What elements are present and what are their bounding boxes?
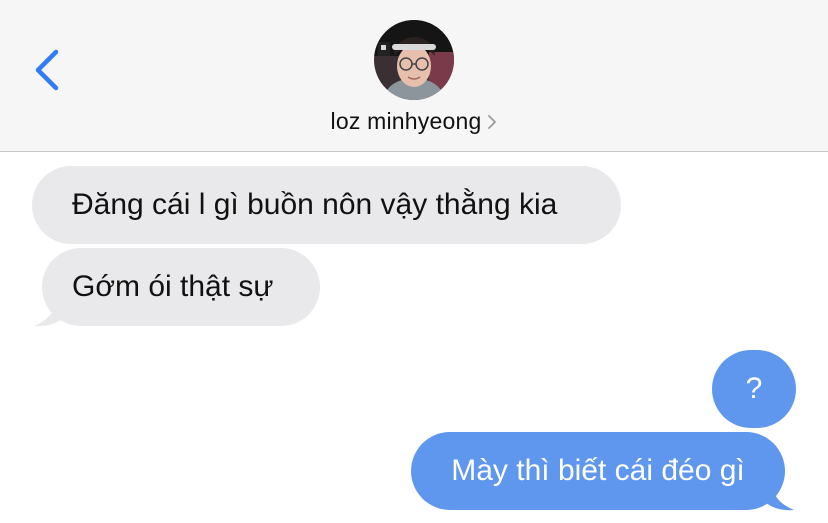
message-text: Gớm ói thật sự xyxy=(72,270,274,303)
message-text: ? xyxy=(745,372,763,405)
outgoing-message-bubble[interactable]: ? xyxy=(712,350,796,428)
avatar-photo xyxy=(374,20,454,100)
contact-info-button[interactable]: loz minhyeong xyxy=(0,106,828,136)
incoming-message-bubble[interactable]: Đăng cái l gì buồn nôn vậy thằng kia xyxy=(32,166,621,244)
back-button[interactable] xyxy=(30,48,64,92)
contact-name: loz minhyeong xyxy=(330,107,482,134)
conversation-header: loz minhyeong xyxy=(0,0,828,152)
message-text: Mày thì biết cái đéo gì xyxy=(451,454,745,487)
chevron-left-icon xyxy=(35,49,59,91)
contact-avatar[interactable] xyxy=(374,20,454,100)
outgoing-message-bubble[interactable]: Mày thì biết cái đéo gì xyxy=(411,432,785,510)
message-text: Đăng cái l gì buồn nôn vậy thằng kia xyxy=(72,188,558,221)
chevron-right-icon xyxy=(488,115,497,129)
incoming-message-bubble[interactable]: Gớm ói thật sự xyxy=(42,248,320,326)
